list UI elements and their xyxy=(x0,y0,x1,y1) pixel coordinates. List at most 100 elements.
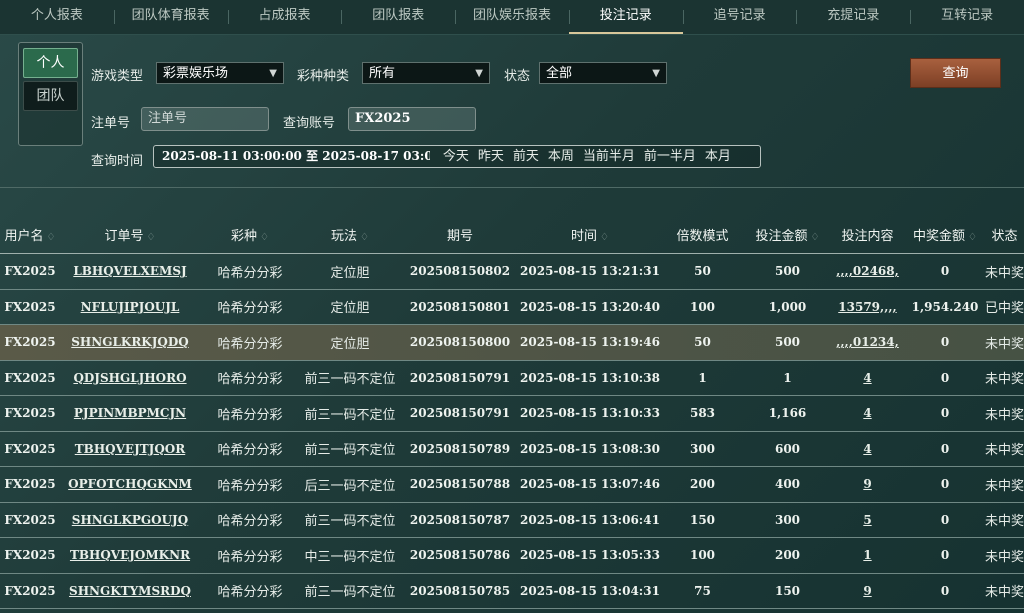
cell-order[interactable]: TBHQVEJTJQOR xyxy=(60,442,200,456)
cell-content[interactable]: 9 xyxy=(830,477,905,491)
date-range-value[interactable]: 2025-08-11 03:00:00 至 2025-08-17 03:00:0… xyxy=(162,146,430,167)
cell-status: 未中奖 xyxy=(985,585,1024,601)
cell-issue: 202508150785 xyxy=(409,583,511,598)
cell-lottery: 哈希分分彩 xyxy=(217,407,283,423)
column-header-5[interactable]: 时间 ♢ xyxy=(520,225,660,244)
cell-time: 2025-08-15 13:10:38 xyxy=(520,370,660,385)
cell-play: 前三一码不定位 xyxy=(304,585,396,601)
sort-icon[interactable]: ♢ xyxy=(600,232,609,243)
cell-win: 1,954.240 xyxy=(911,299,979,314)
chevron-down-icon: ▼ xyxy=(269,68,277,79)
account-input[interactable]: FX2025 xyxy=(348,107,476,131)
status-label: 状态 xyxy=(504,69,531,84)
column-header-10: 状态 xyxy=(985,225,1024,244)
game-type-label: 游戏类型 xyxy=(91,69,144,84)
cell-content[interactable]: ,,,,01234, xyxy=(830,335,905,349)
column-header-2[interactable]: 彩种 ♢ xyxy=(200,225,300,244)
column-header-label: 期号 xyxy=(446,228,473,244)
cell-play: 中三一码不定位 xyxy=(304,549,396,565)
lottery-select[interactable]: 所有 ▼ xyxy=(362,62,490,84)
chevron-down-icon: ▼ xyxy=(652,68,660,79)
cell-user: FX2025 xyxy=(4,548,56,563)
quick-range-1[interactable]: 昨天 xyxy=(478,146,504,167)
table-row: FX2025 TBHQVEJOMKNR 哈希分分彩 中三一码不定位 2025081507… xyxy=(0,538,1024,574)
cell-content[interactable]: 4 xyxy=(830,442,905,456)
status-value: 全部 xyxy=(546,66,573,81)
status-select[interactable]: 全部 ▼ xyxy=(539,62,667,84)
divider xyxy=(0,187,1024,188)
lottery-value: 所有 xyxy=(369,66,396,81)
sort-icon[interactable]: ♢ xyxy=(260,232,269,243)
cell-content[interactable]: 4 xyxy=(830,406,905,420)
sort-icon[interactable]: ♢ xyxy=(968,232,977,243)
order-input[interactable]: 注单号 xyxy=(141,107,269,131)
quick-range-5[interactable]: 前一半月 xyxy=(644,146,696,167)
tab-0[interactable]: 个人报表 xyxy=(0,0,114,34)
quick-range-6[interactable]: 本月 xyxy=(705,146,731,167)
column-header-7[interactable]: 投注金额 ♢ xyxy=(745,225,830,244)
cell-order[interactable]: LBHQVELXEMSJ xyxy=(60,264,200,278)
column-header-label: 倍数模式 xyxy=(676,228,729,244)
sort-icon[interactable]: ♢ xyxy=(147,232,156,243)
chevron-down-icon: ▼ xyxy=(475,68,483,79)
cell-multiple: 150 xyxy=(689,512,716,527)
column-header-0[interactable]: 用户名 ♢ xyxy=(0,225,60,244)
cell-content[interactable]: 9 xyxy=(830,584,905,598)
cell-multiple: 75 xyxy=(694,583,711,598)
scope-personal-button[interactable]: 个人 xyxy=(23,48,78,78)
quick-range-2[interactable]: 前天 xyxy=(513,146,539,167)
cell-status: 未中奖 xyxy=(985,443,1024,459)
sort-icon[interactable]: ♢ xyxy=(360,232,369,243)
cell-order[interactable]: QDJSHGLJHORO xyxy=(60,371,200,385)
column-header-label: 时间 xyxy=(571,228,598,244)
cell-content[interactable]: 4 xyxy=(830,371,905,385)
column-header-label: 订单号 xyxy=(104,228,144,244)
cell-multiple: 200 xyxy=(689,477,716,492)
cell-play: 前三一码不定位 xyxy=(304,407,396,423)
tab-2[interactable]: 占成报表 xyxy=(227,0,342,34)
cell-amount: 600 xyxy=(774,441,801,456)
cell-order[interactable]: TBHQVEJOMKNR xyxy=(60,548,200,562)
report-tabs: 个人报表 团队体育报表 占成报表 团队报表 团队娱乐报表 投注记录 追号记录 充提记录 互转记录 xyxy=(0,0,1024,35)
sort-icon[interactable]: ♢ xyxy=(47,232,56,243)
tab-5[interactable]: 投注记录 xyxy=(568,0,683,34)
cell-content[interactable]: ,,,,02468, xyxy=(830,264,905,278)
quick-range-4[interactable]: 当前半月 xyxy=(583,146,635,167)
cell-content[interactable]: 1 xyxy=(830,548,905,562)
cell-order[interactable]: NFLUJIPJOUJL xyxy=(60,300,200,314)
cell-multiple: 300 xyxy=(689,441,716,456)
tab-3[interactable]: 团队报表 xyxy=(341,0,455,34)
column-header-3[interactable]: 玩法 ♢ xyxy=(300,225,400,244)
column-header-1[interactable]: 订单号 ♢ xyxy=(60,225,200,244)
cell-order[interactable]: OPFOTCHQGKNM xyxy=(60,477,200,491)
cell-issue: 202508150800 xyxy=(409,335,511,350)
tab-6[interactable]: 追号记录 xyxy=(682,0,797,34)
column-header-4: 期号 xyxy=(400,225,520,244)
tab-4[interactable]: 团队娱乐报表 xyxy=(455,0,569,34)
cell-order[interactable]: SHNGLKPGOUJQ xyxy=(60,513,200,527)
tab-8[interactable]: 互转记录 xyxy=(910,0,1024,34)
scope-team-button[interactable]: 团队 xyxy=(23,81,78,111)
quick-range-3[interactable]: 本周 xyxy=(548,146,574,167)
cell-play: 前三一码不定位 xyxy=(304,443,396,459)
tab-1[interactable]: 团队体育报表 xyxy=(113,0,228,34)
cell-content[interactable]: 13579,,,, xyxy=(830,300,905,314)
cell-user: FX2025 xyxy=(4,477,56,492)
sort-icon[interactable]: ♢ xyxy=(811,232,820,243)
cell-user: FX2025 xyxy=(4,370,56,385)
date-range-picker[interactable]: 2025-08-11 03:00:00 至 2025-08-17 03:00:0… xyxy=(153,145,761,168)
game-type-value: 彩票娱乐场 xyxy=(163,66,229,81)
cell-issue: 202508150789 xyxy=(409,441,511,456)
tab-7[interactable]: 充提记录 xyxy=(796,0,910,34)
cell-order[interactable]: SHNGLKRKJQDQ xyxy=(60,335,200,349)
cell-order[interactable]: SHNGKTYMSRDQ xyxy=(60,584,200,598)
game-type-select[interactable]: 彩票娱乐场 ▼ xyxy=(156,62,284,84)
search-button[interactable]: 查询 xyxy=(910,58,1001,88)
quick-range-0[interactable]: 今天 xyxy=(443,146,469,167)
cell-content[interactable]: 5 xyxy=(830,513,905,527)
cell-order[interactable]: PJPINMBPMCJN xyxy=(60,406,200,420)
cell-win: 0 xyxy=(940,406,950,421)
table-row: FX2025 PJPINMBPMCJN 哈希分分彩 前三一码不定位 2025081507… xyxy=(0,396,1024,432)
column-header-9[interactable]: 中奖金额 ♢ xyxy=(905,225,985,244)
cell-time: 2025-08-15 13:04:31 xyxy=(520,583,660,598)
